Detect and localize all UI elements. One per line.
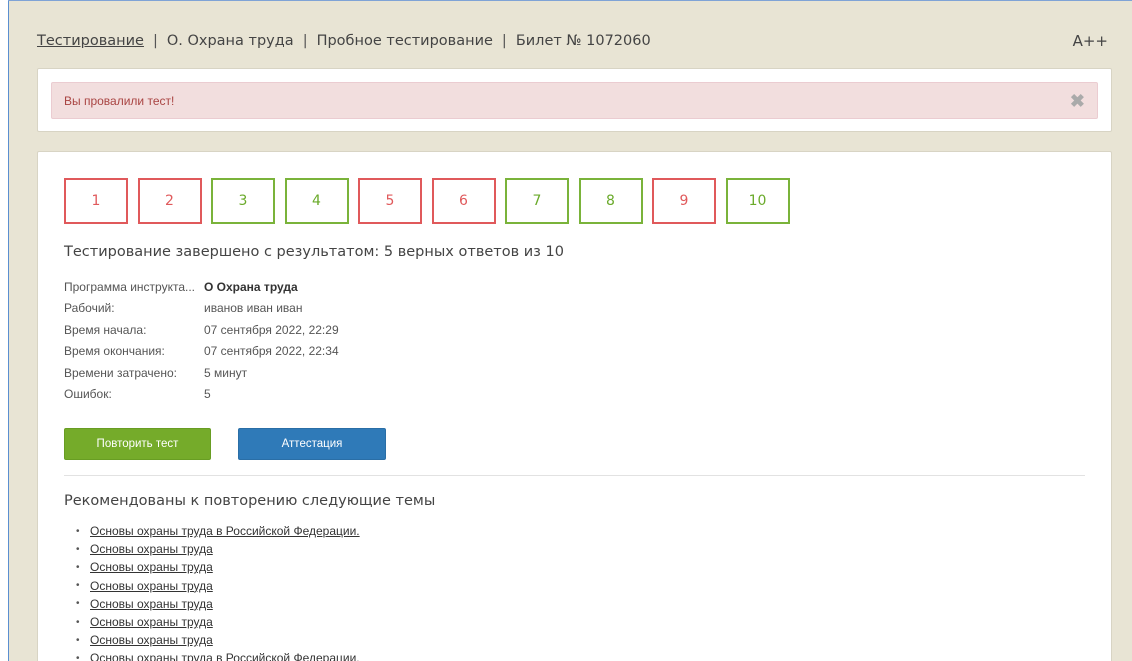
bullet-icon: •: [76, 652, 80, 661]
topic-link[interactable]: Основы охраны труда в Российской Федерац…: [90, 651, 360, 661]
info-label: Программа инструкта...: [64, 279, 195, 294]
divider: [64, 475, 1085, 476]
info-label: Рабочий:: [64, 301, 115, 316]
info-row: Программа инструкта... О Охрана труда: [64, 276, 339, 298]
info-label: Ошибок:: [64, 387, 112, 402]
question-box-3[interactable]: 3: [211, 178, 275, 224]
info-row: Ошибок: 5: [64, 384, 339, 406]
list-item: • Основы охраны труда: [76, 595, 360, 613]
bullet-icon: •: [76, 616, 80, 628]
list-item: • Основы охраны труда: [76, 613, 360, 631]
info-label: Время окончания:: [64, 344, 165, 359]
list-item: • Основы охраны труда: [76, 558, 360, 576]
breadcrumb-testing-link[interactable]: Тестирование: [37, 33, 144, 49]
question-navigator: 1 2 3 4 5 6 7 8 9 10: [64, 178, 799, 224]
question-box-6[interactable]: 6: [431, 178, 496, 224]
info-value: 5 минут: [204, 365, 248, 380]
question-box-5[interactable]: 5: [358, 178, 422, 224]
info-row: Времени затрачено: 5 минут: [64, 362, 339, 384]
info-row: Время начала: 07 сентября 2022, 22:29: [64, 319, 339, 341]
bullet-icon: •: [76, 525, 80, 537]
breadcrumb: Тестирование | О. Охрана труда | Пробное…: [37, 30, 1112, 52]
bullet-icon: •: [76, 561, 80, 573]
alert-message: Вы провалили тест!: [64, 93, 175, 108]
question-box-7[interactable]: 7: [505, 178, 569, 224]
close-icon[interactable]: ✖: [1070, 91, 1085, 112]
result-info-table: Программа инструкта... О Охрана труда Рабо…: [64, 276, 339, 405]
window-top-border: [8, 0, 1132, 1]
question-box-2[interactable]: 2: [137, 178, 202, 224]
bullet-icon: •: [76, 634, 80, 646]
result-card: 1 2 3 4 5 6 7 8 9 10 Тестирование завершено с рез…: [37, 151, 1112, 661]
topic-link[interactable]: Основы охраны труда: [90, 560, 213, 574]
list-item: • Основы охраны труда в Российской Федера…: [76, 522, 360, 540]
info-row: Время окончания: 07 сентября 2022, 22:34: [64, 341, 339, 363]
font-size-toggle[interactable]: A++: [1073, 32, 1108, 50]
bullet-icon: •: [76, 543, 80, 555]
list-item: • Основы охраны труда: [76, 631, 360, 649]
window-border: [8, 0, 9, 661]
retry-test-button[interactable]: Повторить тест: [64, 428, 211, 460]
info-value: 07 сентября 2022, 22:29: [204, 322, 339, 337]
info-value: 07 сентября 2022, 22:34: [204, 344, 339, 359]
recommended-topics-list: • Основы охраны труда в Российской Федера…: [76, 522, 360, 661]
list-item: • Основы охраны труда: [76, 540, 360, 558]
topic-link[interactable]: Основы охраны труда: [90, 542, 213, 556]
topic-link[interactable]: Основы охраны труда: [90, 633, 213, 647]
bullet-icon: •: [76, 580, 80, 592]
question-box-9[interactable]: 9: [652, 178, 716, 224]
breadcrumb-separator: |: [302, 33, 308, 49]
question-box-1[interactable]: 1: [64, 178, 128, 224]
info-label: Время начала:: [64, 322, 147, 337]
list-item: • Основы охраны труда: [76, 577, 360, 595]
topic-link[interactable]: Основы охраны труда: [90, 579, 213, 593]
topic-link[interactable]: Основы охраны труда: [90, 615, 213, 629]
info-row: Рабочий: иванов иван иван: [64, 298, 339, 320]
topic-link[interactable]: Основы охраны труда: [90, 597, 213, 611]
alert-card: Вы провалили тест! ✖: [37, 68, 1112, 132]
question-box-4[interactable]: 4: [284, 178, 349, 224]
question-box-10[interactable]: 10: [725, 178, 790, 224]
window-left-edge: [0, 0, 8, 661]
list-item: • Основы охраны труда в Российской Федера…: [76, 649, 360, 661]
recommended-topics-title: Рекомендованы к повторению следующие тем…: [64, 493, 436, 509]
result-title: Тестирование завершено с результатом: 5 …: [64, 244, 564, 260]
breadcrumb-separator: |: [501, 33, 507, 49]
topic-link[interactable]: Основы охраны труда в Российской Федерац…: [90, 524, 360, 538]
info-label: Времени затрачено:: [64, 365, 177, 380]
info-value: иванов иван иван: [204, 301, 303, 316]
breadcrumb-course: О. Охрана труда: [166, 33, 294, 49]
info-value: 5: [204, 387, 211, 402]
question-box-8[interactable]: 8: [578, 178, 643, 224]
fail-alert: Вы провалили тест! ✖: [51, 82, 1098, 119]
attestation-button[interactable]: Аттестация: [238, 428, 386, 460]
info-value: О Охрана труда: [204, 279, 298, 294]
breadcrumb-mode: Пробное тестирование: [316, 33, 493, 49]
breadcrumb-ticket: Билет № 1072060: [515, 33, 651, 49]
breadcrumb-separator: |: [152, 33, 158, 49]
bullet-icon: •: [76, 598, 80, 610]
